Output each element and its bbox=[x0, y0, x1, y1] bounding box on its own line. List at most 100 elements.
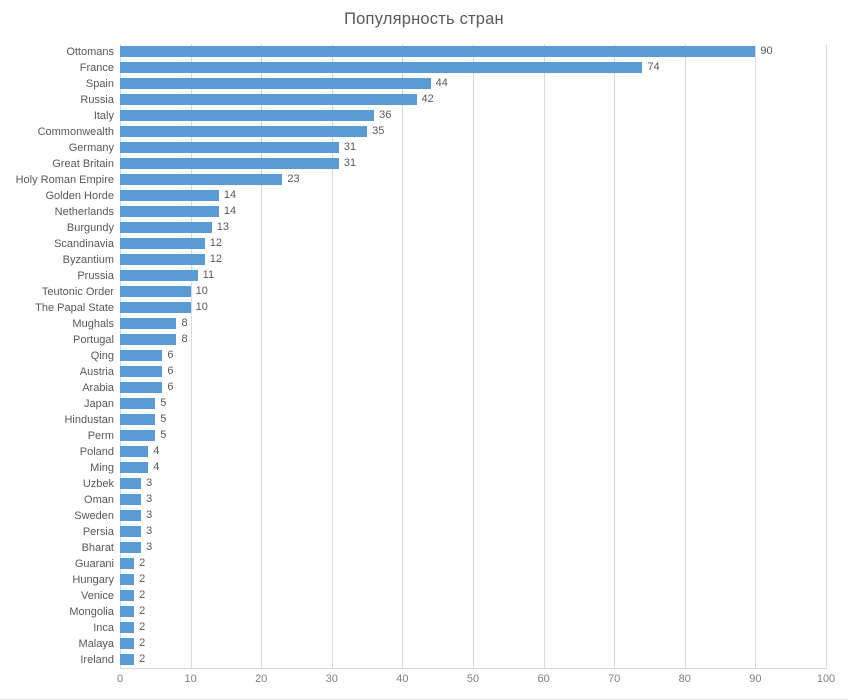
bar[interactable] bbox=[120, 638, 135, 650]
bar-row[interactable]: 12 bbox=[120, 236, 826, 252]
bar-row[interactable]: 31 bbox=[120, 156, 826, 172]
category-label: Ireland bbox=[80, 654, 114, 666]
category-label: Burgundy bbox=[66, 222, 114, 234]
bar-row[interactable]: 2 bbox=[120, 604, 826, 620]
bar-row[interactable]: 2 bbox=[120, 636, 826, 652]
bar-row[interactable]: 8 bbox=[120, 332, 826, 348]
bar[interactable] bbox=[120, 254, 205, 266]
bar[interactable] bbox=[120, 398, 156, 410]
x-tick-label-80: 80 bbox=[678, 673, 691, 685]
bar[interactable] bbox=[120, 302, 191, 314]
category-label: Germany bbox=[68, 142, 114, 154]
bar-row[interactable]: 13 bbox=[120, 220, 826, 236]
bar[interactable] bbox=[120, 142, 339, 154]
bar-row[interactable]: 6 bbox=[120, 380, 826, 396]
x-tick-label-20: 20 bbox=[255, 673, 268, 685]
bar[interactable] bbox=[120, 222, 212, 234]
bar-chart: Популярность стран Ottomans France Spain Ru… bbox=[0, 0, 848, 700]
bar[interactable] bbox=[120, 430, 156, 442]
bar-row[interactable]: 23 bbox=[120, 172, 826, 188]
bar-row[interactable]: 35 bbox=[120, 124, 826, 140]
bar-row[interactable]: 3 bbox=[120, 492, 826, 508]
bar[interactable] bbox=[120, 174, 283, 186]
bar-row[interactable]: 4 bbox=[120, 444, 826, 460]
category-label: Russia bbox=[80, 94, 114, 106]
category-label: Austria bbox=[79, 366, 114, 378]
bar[interactable] bbox=[120, 494, 142, 506]
bar-value-label: 3 bbox=[146, 540, 153, 553]
bar[interactable] bbox=[120, 542, 142, 554]
bar-value-label: 36 bbox=[379, 108, 392, 121]
bar-value-label: 4 bbox=[153, 444, 160, 457]
bar[interactable] bbox=[120, 334, 177, 346]
bar-row[interactable]: 8 bbox=[120, 316, 826, 332]
bar[interactable] bbox=[120, 94, 417, 106]
bar-value-label: 35 bbox=[372, 124, 385, 137]
bar-row[interactable]: 2 bbox=[120, 652, 826, 668]
bar-value-label: 6 bbox=[167, 380, 174, 393]
bar-row[interactable]: 74 bbox=[120, 60, 826, 76]
bar-value-label: 6 bbox=[167, 364, 174, 377]
bar[interactable] bbox=[120, 414, 156, 426]
bar[interactable] bbox=[120, 126, 368, 138]
bar-row[interactable]: 5 bbox=[120, 412, 826, 428]
category-label: Golden Horde bbox=[45, 190, 115, 202]
bar-row[interactable]: 10 bbox=[120, 300, 826, 316]
bar-row[interactable]: 10 bbox=[120, 284, 826, 300]
bar-row[interactable]: 5 bbox=[120, 396, 826, 412]
bar[interactable] bbox=[120, 318, 177, 330]
bar[interactable] bbox=[120, 590, 135, 602]
bar[interactable] bbox=[120, 110, 375, 122]
bar-row[interactable]: 3 bbox=[120, 524, 826, 540]
bar-row[interactable]: 2 bbox=[120, 620, 826, 636]
bar[interactable] bbox=[120, 350, 163, 362]
category-label: Poland bbox=[79, 446, 114, 458]
bar-value-label: 31 bbox=[343, 140, 357, 153]
bar[interactable] bbox=[120, 78, 431, 90]
bar[interactable] bbox=[120, 382, 163, 394]
bar[interactable] bbox=[120, 62, 643, 74]
category-label: Uzbek bbox=[82, 478, 114, 490]
bar-row[interactable]: 2 bbox=[120, 556, 826, 572]
bar[interactable] bbox=[120, 286, 191, 298]
bar-value-label: 12 bbox=[209, 252, 222, 265]
bar-value-label: 5 bbox=[160, 396, 167, 409]
bar-row[interactable]: 14 bbox=[120, 204, 826, 220]
bar-row[interactable]: 2 bbox=[120, 572, 826, 588]
bar[interactable] bbox=[120, 526, 142, 538]
bar-row[interactable]: 90 bbox=[120, 44, 826, 60]
bar[interactable] bbox=[120, 558, 135, 570]
bar-row[interactable]: 6 bbox=[120, 364, 826, 380]
bar[interactable] bbox=[120, 206, 219, 218]
bar[interactable] bbox=[120, 366, 163, 378]
bar-row[interactable]: 44 bbox=[120, 76, 826, 92]
bar-row[interactable]: 2 bbox=[120, 588, 826, 604]
bar[interactable] bbox=[120, 238, 205, 250]
bar[interactable] bbox=[120, 158, 339, 170]
bar[interactable] bbox=[120, 622, 135, 634]
bar[interactable] bbox=[120, 654, 135, 666]
bar-row[interactable]: 12 bbox=[120, 252, 826, 268]
bar-row[interactable]: 14 bbox=[120, 188, 826, 204]
bar-row[interactable]: 42 bbox=[120, 92, 826, 108]
bar[interactable] bbox=[120, 190, 219, 202]
bar-row[interactable]: 4 bbox=[120, 460, 826, 476]
bar-row[interactable]: 11 bbox=[120, 268, 826, 284]
bar[interactable] bbox=[120, 462, 149, 474]
bar-value-label: 31 bbox=[343, 156, 357, 169]
bar[interactable] bbox=[120, 510, 142, 522]
bar-row[interactable]: 3 bbox=[120, 476, 826, 492]
bar-row[interactable]: 36 bbox=[120, 108, 826, 124]
bar[interactable] bbox=[120, 574, 135, 586]
bar-row[interactable]: 3 bbox=[120, 540, 826, 556]
bar-row[interactable]: 31 bbox=[120, 140, 826, 156]
bar-row[interactable]: 3 bbox=[120, 508, 826, 524]
bar[interactable] bbox=[120, 46, 756, 58]
bar-row[interactable]: 5 bbox=[120, 428, 826, 444]
category-label: Scandinavia bbox=[54, 238, 114, 250]
bar[interactable] bbox=[120, 270, 198, 282]
bar[interactable] bbox=[120, 606, 135, 618]
bar-row[interactable]: 6 bbox=[120, 348, 826, 364]
bar[interactable] bbox=[120, 478, 142, 490]
bar[interactable] bbox=[120, 446, 149, 458]
